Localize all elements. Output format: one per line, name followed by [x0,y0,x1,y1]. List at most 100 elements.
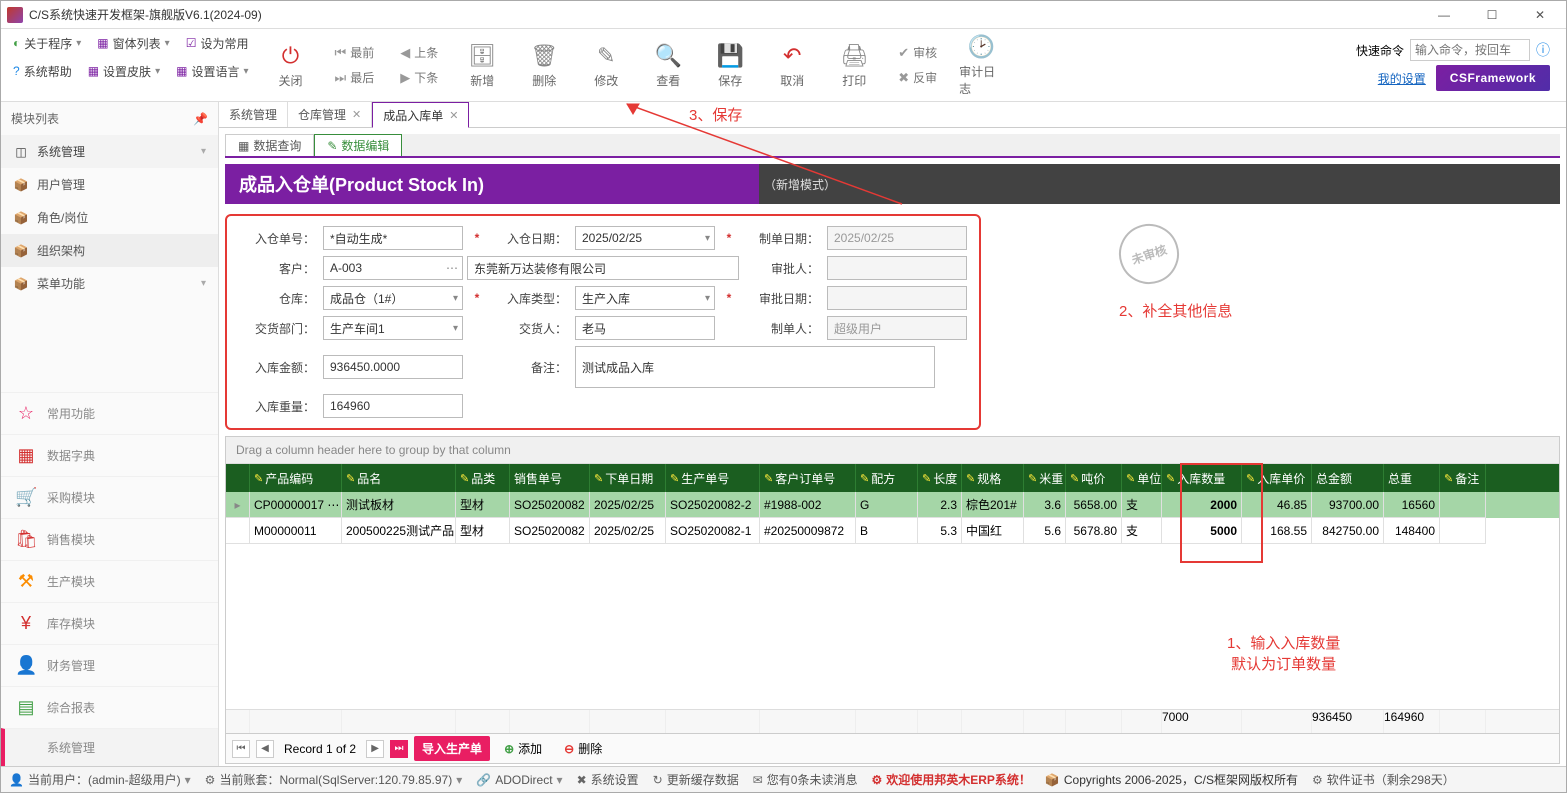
table-row[interactable]: M00000011200500225测试产品型材SO250200822025/0… [226,518,1559,544]
docno-input[interactable]: *自动生成* [323,226,463,250]
grid-cell[interactable]: 型材 [456,492,510,518]
menu-skin[interactable]: ▦设置皮肤▾ [82,61,166,82]
sidebar-tree-item[interactable]: 📦菜单功能▾ [1,267,218,300]
ribbon-first[interactable]: ⏮最前 [330,43,378,62]
grid-col-header[interactable]: ✎米重 [1024,464,1066,492]
tab-close-icon[interactable]: ✕ [449,109,458,122]
table-row[interactable]: ▸CP00000017 ⋯测试板材型材SO250200822025/02/25S… [226,492,1559,518]
grid-cell[interactable]: 中国红 [962,518,1024,544]
subtab[interactable]: ✎数据编辑 [314,134,402,156]
status-cert[interactable]: ⚙软件证书（剩余298天） [1312,771,1455,788]
ribbon-last[interactable]: ⏭最后 [330,68,378,87]
grid-cell[interactable]: 型材 [456,518,510,544]
grid-cell[interactable]: 5678.80 [1066,518,1122,544]
menu-lang[interactable]: ▦设置语言▾ [170,61,254,82]
grid-group-header[interactable]: Drag a column header here to group by th… [226,437,1559,464]
ribbon-close[interactable]: ⏻关闭 [268,42,312,89]
sidebar-tree-item[interactable]: 📦组织架构 [1,234,218,267]
tab-close-icon[interactable]: ✕ [352,108,361,121]
grid-cell[interactable]: 测试板材 [342,492,456,518]
status-refresh[interactable]: ↻更新缓存数据 [653,771,739,788]
grid-cell[interactable]: SO25020082 [510,492,590,518]
grid-cell[interactable]: #1988-002 [760,492,856,518]
grid-cell[interactable]: 93700.00 [1312,492,1384,518]
grid-cell[interactable]: CP00000017 ⋯ [250,492,342,518]
grid-cell[interactable]: 168.55 [1242,518,1312,544]
ribbon-print[interactable]: 🖨打印 [832,42,876,89]
sidebar-nav-item[interactable]: ¥库存模块 [1,602,218,644]
grid-col-header[interactable]: 总重 [1384,464,1440,492]
grid-cell[interactable]: SO25020082-1 [666,518,760,544]
cust-code-input[interactable]: A-003 [323,256,463,280]
amount-input[interactable]: 936450.0000 [323,355,463,379]
tab[interactable]: 仓库管理✕ [288,102,372,127]
grid-col-header[interactable]: ✎生产单号 [666,464,760,492]
grid-col-header[interactable]: ✎入库数量 [1162,464,1242,492]
ribbon-edit[interactable]: ✎修改 [584,42,628,89]
sidebar-nav-item[interactable]: 系统管理 [1,728,218,766]
cust-name-input[interactable]: 东莞新万达装修有限公司 [467,256,739,280]
grid-col-header[interactable]: ✎入库单价 [1242,464,1312,492]
status-ado[interactable]: 🔗ADODirect▾ [476,773,562,787]
menu-about[interactable]: ◐关于程序▾ [7,33,87,54]
my-settings-link[interactable]: 我的设置 [1378,70,1426,87]
grid-cell[interactable]: 200500225测试产品 [342,518,456,544]
import-prod-order-button[interactable]: 导入生产单 [414,736,490,761]
sidebar-tree-item[interactable]: ◫系统管理▾ [1,135,218,168]
intype-input[interactable]: 生产入库 [575,286,715,310]
grid-cell[interactable]: #20250009872 [760,518,856,544]
status-account[interactable]: ⚙当前账套：Normal(SqlServer:120.79.85.97)▾ [205,771,463,788]
grid-cell[interactable]: M00000011 [250,518,342,544]
help-icon[interactable]: ⓘ [1536,40,1550,60]
grid-cell[interactable] [1440,492,1486,518]
sidebar-tree-item[interactable]: 📦用户管理 [1,168,218,201]
menu-setdefault[interactable]: ☑设为常用 [180,33,255,54]
tab[interactable]: 成品入库单✕ [372,102,469,128]
grid-col-header[interactable]: ✎下单日期 [590,464,666,492]
minimize-button[interactable]: — [1424,5,1464,25]
quickcmd-input[interactable] [1410,39,1530,61]
sidebar-nav-item[interactable]: ⚒生产模块 [1,560,218,602]
menu-winlist[interactable]: ▦窗体列表▾ [91,33,175,54]
ribbon-view[interactable]: 🔍查看 [646,42,690,89]
sidebar-nav-item[interactable]: 👤财务管理 [1,644,218,686]
ribbon-unapprove[interactable]: ✖反审 [894,68,941,87]
ribbon-save[interactable]: 💾保存 [708,42,752,89]
grid-cell[interactable]: B [856,518,918,544]
subtab[interactable]: ▦数据查询 [225,134,314,156]
status-mail[interactable]: ✉您有0条未读消息 [753,771,858,788]
sidebar-pin-icon[interactable]: 📌 [193,112,208,126]
ribbon-delete[interactable]: 🗑删除 [522,42,566,89]
grid-col-header[interactable]: ✎规格 [962,464,1024,492]
nav-last[interactable]: ⏭ [390,740,408,758]
grid-col-header[interactable]: 销售单号 [510,464,590,492]
weight-input[interactable]: 164960 [323,394,463,418]
grid-col-header[interactable]: ✎产品编码 [250,464,342,492]
note-input[interactable]: 测试成品入库 [575,346,935,388]
grid-cell[interactable]: 148400 [1384,518,1440,544]
deliverer-input[interactable]: 老马 [575,316,715,340]
status-user[interactable]: 👤当前用户：(admin-超级用户)▾ [9,771,191,788]
sidebar-nav-item[interactable]: ☆常用功能 [1,392,218,434]
menu-syshelp[interactable]: ?系统帮助 [7,61,78,82]
grid-cell[interactable]: 5.6 [1024,518,1066,544]
nav-next[interactable]: ▶ [366,740,384,758]
grid-cell[interactable]: 2025/02/25 [590,492,666,518]
grid-cell[interactable]: 支 [1122,518,1162,544]
ribbon-approve[interactable]: ✔审核 [894,43,941,62]
dept-input[interactable]: 生产车间1 [323,316,463,340]
grid-cell[interactable]: 支 [1122,492,1162,518]
grid-cell[interactable]: 2.3 [918,492,962,518]
grid-col-header[interactable]: ✎配方 [856,464,918,492]
grid-col-header[interactable]: ✎客户订单号 [760,464,856,492]
grid-cell[interactable]: 842750.00 [1312,518,1384,544]
grid-cell[interactable]: 2025/02/25 [590,518,666,544]
grid-cell[interactable] [1440,518,1486,544]
sidebar-nav-item[interactable]: 🛒采购模块 [1,476,218,518]
grid-cell[interactable]: 5.3 [918,518,962,544]
grid-cell[interactable]: SO25020082 [510,518,590,544]
ribbon-prev[interactable]: ◀上条 [396,43,442,62]
add-row-button[interactable]: ⊕添加 [496,736,550,761]
grid-col-header[interactable]: ✎品类 [456,464,510,492]
indate-input[interactable]: 2025/02/25 [575,226,715,250]
